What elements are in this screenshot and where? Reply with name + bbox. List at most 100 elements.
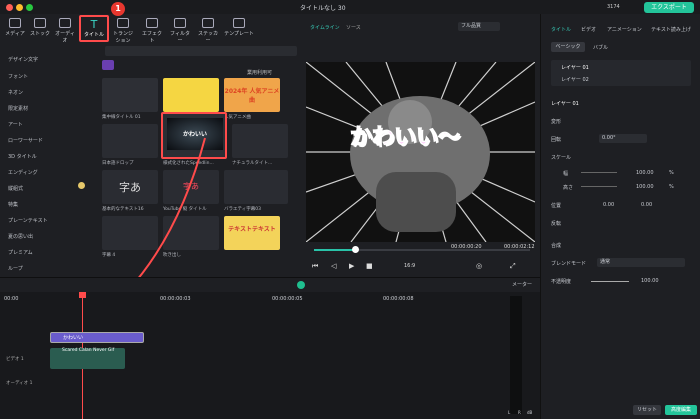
- tab-templates[interactable]: テンプレート: [224, 14, 254, 42]
- width-slider[interactable]: [581, 172, 617, 173]
- lightbulb-icon[interactable]: [78, 182, 85, 189]
- reset-button[interactable]: リセット: [633, 405, 661, 415]
- aspect-select[interactable]: 16:9: [404, 263, 415, 269]
- tab-stock[interactable]: ストック: [28, 14, 52, 42]
- title-thumb[interactable]: [102, 78, 158, 112]
- subtab-basic[interactable]: ベーシック: [551, 42, 585, 52]
- tab-filters[interactable]: フィルター: [168, 14, 192, 44]
- position-y[interactable]: 0.00: [641, 202, 652, 208]
- audio-track-label: オーディオ 1: [6, 381, 33, 386]
- ai-tool-icon[interactable]: [297, 281, 305, 289]
- commercial-filter-label[interactable]: 業用利用可: [247, 69, 272, 76]
- favorite-filter-icon[interactable]: [102, 60, 114, 70]
- quality-select[interactable]: フル品質: [458, 22, 500, 31]
- category-item[interactable]: 夏の思い出: [8, 233, 33, 240]
- title-clip[interactable]: かわいい: [50, 332, 144, 343]
- title-thumb[interactable]: [163, 78, 219, 112]
- current-time: 00:00:00:20: [451, 244, 482, 250]
- title-thumb[interactable]: [232, 124, 288, 158]
- title-thumb[interactable]: [102, 216, 158, 250]
- title-thumb[interactable]: [163, 216, 219, 250]
- tab-video-props[interactable]: ビデオ: [581, 26, 596, 33]
- category-item[interactable]: ループ: [8, 265, 23, 272]
- tab-audio[interactable]: オーディオ: [53, 14, 77, 44]
- template-icon: [233, 18, 245, 28]
- tab-source[interactable]: ソース: [346, 24, 361, 31]
- scrubber-track[interactable]: [314, 249, 530, 251]
- step-back-icon[interactable]: ⏮: [312, 262, 318, 271]
- overlay-title-text[interactable]: かわいい〜: [349, 119, 460, 151]
- tab-effects[interactable]: エフェクト: [140, 14, 164, 44]
- meter-unit: dB: [527, 410, 533, 415]
- close-window-button[interactable]: [6, 4, 13, 11]
- tab-media[interactable]: メディア: [3, 14, 27, 42]
- zoom-window-button[interactable]: [26, 4, 33, 11]
- scale-w-value[interactable]: 100.00: [636, 170, 654, 176]
- category-item[interactable]: エンディング: [8, 169, 38, 176]
- app-window: タイトルなし 30 3174 エクスポート メディア ストック オーディオ Tタ…: [0, 0, 700, 419]
- properties-panel: タイトル ビデオ アニメーション テキスト読み上げ ベーシック バブル レイヤー…: [540, 14, 700, 419]
- tab-timeline[interactable]: タイムライン: [310, 24, 340, 31]
- title-thumb[interactable]: 2024年 人気アニメ曲: [224, 78, 280, 112]
- meter-label[interactable]: メーター: [512, 281, 532, 288]
- title-thumb[interactable]: [102, 124, 158, 158]
- frame-back-icon[interactable]: ◁: [331, 262, 336, 270]
- timecode-tick: 00:00: [4, 296, 19, 302]
- title-thumb[interactable]: [224, 170, 288, 204]
- scrubber-handle[interactable]: [352, 246, 359, 253]
- category-item[interactable]: 3D タイトル: [8, 153, 37, 160]
- title-thumb[interactable]: 字あ: [102, 170, 158, 204]
- width-label: 幅: [563, 171, 569, 177]
- opacity-value[interactable]: 100.00: [641, 278, 659, 284]
- tab-tts[interactable]: テキスト読み上げ: [651, 26, 699, 33]
- category-item[interactable]: 特集: [8, 201, 18, 208]
- playhead-handle[interactable]: [79, 292, 86, 298]
- video-clip[interactable]: Scared Calan Never Gif: [50, 348, 125, 369]
- scale-h-value[interactable]: 100.00: [636, 184, 654, 190]
- title-thumb[interactable]: 字あ: [163, 170, 219, 204]
- layer-item[interactable]: レイヤー 01: [561, 64, 589, 71]
- stop-icon[interactable]: ■: [366, 262, 373, 270]
- audio-icon: [59, 18, 71, 28]
- tab-transitions[interactable]: トランジション: [111, 14, 135, 44]
- title-thumb[interactable]: テキストテキスト: [224, 216, 280, 250]
- category-item[interactable]: ネオン: [8, 89, 23, 96]
- opacity-slider[interactable]: [591, 281, 629, 282]
- minimize-window-button[interactable]: [16, 4, 23, 11]
- rotate-label: 回転: [551, 137, 562, 143]
- grid-search-bar[interactable]: [105, 46, 297, 56]
- tab-stickers[interactable]: ステッカー: [196, 14, 220, 44]
- title-thumb-label: YouTube 縦 タイトル: [163, 207, 207, 212]
- tab-titles[interactable]: T タイトル: [79, 15, 109, 42]
- title-thumb-selected[interactable]: かわいい: [161, 112, 227, 159]
- filter-icon: [174, 18, 186, 28]
- window-title: タイトルなし 30: [300, 5, 346, 12]
- category-item[interactable]: デザイン文字: [8, 56, 38, 63]
- tab-title-props[interactable]: タイトル: [551, 26, 571, 33]
- layer-item[interactable]: レイヤー 02: [561, 76, 589, 83]
- subtab-bubble[interactable]: バブル: [593, 44, 608, 51]
- annotation-badge-1: 1: [111, 2, 125, 16]
- category-item[interactable]: フォント: [8, 73, 28, 80]
- media-icon: [9, 18, 21, 28]
- category-item[interactable]: 縦組式: [8, 185, 23, 192]
- tab-animation[interactable]: アニメーション: [607, 26, 642, 33]
- layer-header: レイヤー 01: [551, 101, 579, 107]
- category-item[interactable]: ローワーサード: [8, 137, 43, 144]
- category-item[interactable]: プレミアム: [8, 249, 33, 256]
- category-item[interactable]: 限定素材: [8, 105, 28, 112]
- snapshot-icon[interactable]: ◎: [476, 262, 482, 270]
- height-label: 高さ: [563, 185, 574, 191]
- title-thumb-label: 人気アニメ曲: [224, 115, 251, 120]
- height-slider[interactable]: [581, 186, 617, 187]
- advanced-edit-button[interactable]: 高度編集: [665, 405, 697, 415]
- fullscreen-icon[interactable]: ⤢: [510, 262, 516, 271]
- position-x[interactable]: 0.00: [603, 202, 614, 208]
- category-item[interactable]: アート: [8, 121, 23, 128]
- export-button[interactable]: エクスポート: [644, 2, 694, 13]
- category-item[interactable]: プレーンテキスト: [8, 217, 48, 224]
- blend-select[interactable]: 通常: [597, 258, 685, 267]
- title-thumb-label: 日本語ドロップ: [102, 161, 134, 166]
- rotate-input[interactable]: 0.00°: [599, 134, 647, 143]
- play-icon[interactable]: ▶: [349, 262, 354, 270]
